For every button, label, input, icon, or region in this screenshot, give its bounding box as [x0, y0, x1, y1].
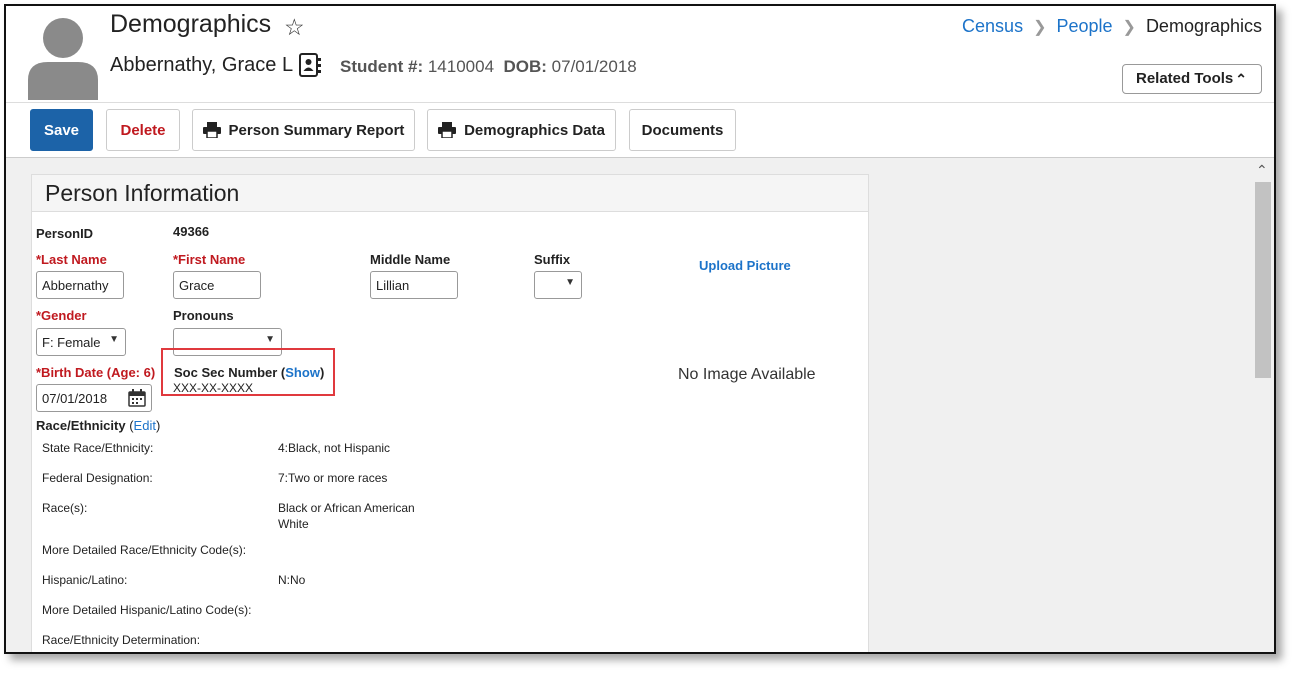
race-row-label: Hispanic/Latino: [42, 573, 128, 587]
app-window: Demographics ☆ Abbernathy, Grace L Stude… [4, 4, 1276, 654]
breadcrumb-current: Demographics [1145, 16, 1262, 36]
race-edit-link[interactable]: Edit [134, 418, 156, 433]
gender-label: *Gender [36, 308, 87, 323]
chevron-right-icon: ❯ [1122, 19, 1136, 36]
chevron-up-icon: ⌃ [1235, 71, 1247, 87]
ssn-value: XXX-XX-XXXX [173, 381, 254, 395]
first-name-label: *First Name [173, 252, 246, 267]
demographics-data-button[interactable]: Demographics Data [427, 109, 616, 151]
demographics-data-label: Demographics Data [464, 121, 605, 139]
save-button[interactable]: Save [30, 109, 93, 151]
person-id-label: PersonID [36, 226, 94, 241]
calendar-icon[interactable] [128, 389, 146, 407]
upload-picture-link[interactable]: Upload Picture [699, 258, 791, 273]
page-title: Demographics [110, 10, 272, 38]
breadcrumb: Census ❯ People ❯ Demographics [962, 16, 1262, 37]
person-summary-report-label: Person Summary Report [228, 121, 405, 139]
gender-value: F: Female [42, 335, 101, 350]
star-icon[interactable]: ☆ [284, 14, 305, 41]
race-row-label: More Detailed Race/Ethnicity Code(s): [42, 543, 247, 557]
pronouns-label: Pronouns [173, 308, 234, 323]
race-row-label: Federal Designation: [42, 471, 153, 485]
panel-title: Person Information [32, 175, 868, 212]
race-row-value: 4:Black, not Hispanic [278, 441, 391, 455]
scroll-up-icon[interactable]: ⌃ [1256, 162, 1268, 179]
related-tools-button[interactable]: Related Tools ⌃ [1122, 64, 1262, 94]
race-row-value: Black or African American [278, 501, 415, 515]
dob-label: DOB: [503, 57, 547, 76]
race-edit-close: ) [155, 418, 161, 433]
race-row-label: Race/Ethnicity Determination: [42, 633, 201, 647]
birth-date-value: 07/01/2018 [42, 391, 108, 406]
last-name-input[interactable]: Abbernathy [36, 271, 124, 299]
birth-date-label: *Birth Date (Age: 6) [36, 365, 156, 380]
suffix-label: Suffix [534, 252, 571, 267]
page-header: Demographics ☆ Abbernathy, Grace L Stude… [6, 6, 1274, 103]
middle-name-label: Middle Name [370, 252, 451, 267]
race-row-label: Race(s): [42, 501, 88, 515]
race-row-label: State Race/Ethnicity: [42, 441, 154, 455]
vertical-scrollbar[interactable]: ⌃ [1252, 158, 1274, 652]
first-name-input[interactable]: Grace [173, 271, 261, 299]
dropdown-arrow-icon: ▼ [265, 334, 275, 345]
related-tools-label: Related Tools [1136, 70, 1234, 87]
gender-select[interactable]: F: Female ▼ [36, 328, 126, 356]
ssn-label-close: ) [319, 365, 325, 380]
ssn-show-link[interactable]: Show [285, 365, 320, 380]
race-edit-open: ( [125, 418, 134, 433]
student-num: 1410004 [427, 57, 495, 76]
birth-date-input[interactable]: 07/01/2018 [36, 384, 152, 412]
last-name-label: *Last Name [36, 252, 107, 267]
scroll-thumb[interactable] [1255, 182, 1271, 378]
middle-name-input[interactable]: Lillian [370, 271, 458, 299]
student-num-label: Student #: [340, 57, 424, 76]
race-ethnicity-label: Race/Ethnicity (Edit) [36, 418, 160, 433]
contact-card-icon[interactable] [298, 52, 322, 78]
race-row-label: More Detailed Hispanic/Latino Code(s): [42, 603, 252, 617]
person-id-value: 49366 [173, 224, 210, 239]
content-area: Person Information PersonID 49366 *Last … [6, 158, 1252, 652]
delete-button[interactable]: Delete [106, 109, 180, 151]
printer-icon [438, 122, 457, 138]
race-ethnicity-text: Race/Ethnicity [36, 418, 126, 433]
action-toolbar: Save Delete Person Summary Report Demogr… [6, 103, 1274, 158]
ssn-label-text: Soc Sec Number ( [174, 365, 286, 380]
dropdown-arrow-icon: ▼ [109, 334, 119, 345]
race-row-value-2: White [278, 517, 309, 531]
person-information-panel: Person Information PersonID 49366 *Last … [31, 174, 869, 652]
suffix-select[interactable]: ▼ [534, 271, 582, 299]
avatar [28, 18, 98, 100]
dob-value: 07/01/2018 [551, 57, 637, 76]
person-summary-report-button[interactable]: Person Summary Report [192, 109, 415, 151]
student-meta: Student #: 1410004 DOB: 07/01/2018 [340, 57, 637, 77]
race-row-value: N:No [278, 573, 306, 587]
dropdown-arrow-icon: ▼ [565, 277, 575, 288]
race-row-value: 7:Two or more races [278, 471, 388, 485]
chevron-right-icon: ❯ [1033, 19, 1047, 36]
breadcrumb-census[interactable]: Census [962, 16, 1023, 36]
breadcrumb-people[interactable]: People [1056, 16, 1112, 36]
student-name: Abbernathy, Grace L [110, 54, 294, 76]
no-image-text: No Image Available [678, 366, 816, 383]
ssn-label: Soc Sec Number (Show) [174, 365, 324, 380]
documents-button[interactable]: Documents [629, 109, 736, 151]
printer-icon [202, 122, 221, 138]
